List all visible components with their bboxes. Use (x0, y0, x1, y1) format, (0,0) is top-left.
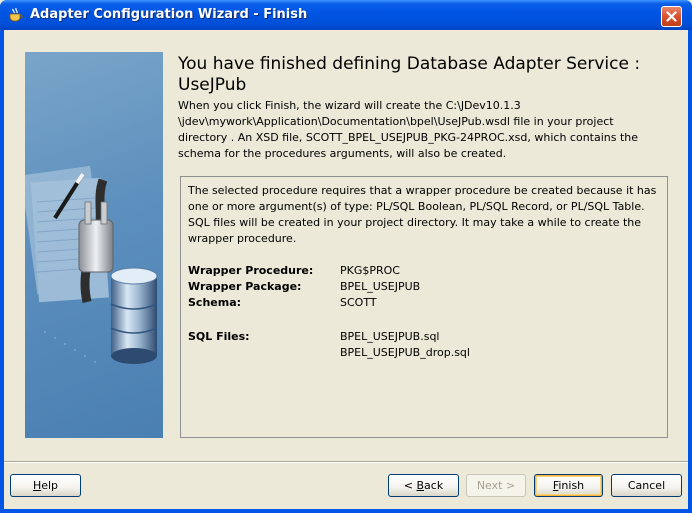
title-bar[interactable]: Adapter Configuration Wizard - Finish (0, 0, 692, 30)
java-cup-icon (9, 8, 23, 22)
database-plug-icon (25, 165, 158, 364)
close-icon (666, 11, 677, 22)
wrapper-notice-text: The selected procedure requires that a w… (188, 184, 657, 245)
sql-file-item: BPEL_USEJPUB_drop.sql (340, 346, 470, 359)
back-button[interactable]: < Back (388, 474, 459, 497)
back-label: ack (424, 479, 444, 492)
sql-files-label: SQL Files: (188, 330, 250, 343)
finish-label: inish (558, 479, 585, 492)
schema-label: Schema: (188, 296, 242, 309)
next-button[interactable]: Next > (466, 474, 526, 497)
intro-text: When you click Finish, the wizard will c… (178, 99, 639, 160)
close-button[interactable] (661, 6, 682, 27)
back-mnemonic: B (416, 479, 425, 492)
help-label: elp (41, 479, 59, 492)
wrapper-procedure-label: Wrapper Procedure: (188, 264, 314, 277)
help-mnemonic: H (32, 479, 42, 492)
cancel-button[interactable]: Cancel (611, 474, 682, 497)
wrapper-package-value: BPEL_USEJPUB (340, 280, 421, 293)
schema-value: SCOTT (340, 296, 377, 309)
wizard-art-panel (25, 52, 163, 438)
sql-file-item: BPEL_USEJPUB.sql (340, 330, 440, 343)
wizard-window: Adapter Configuration Wizard - Finish Yo… (0, 0, 692, 513)
back-prefix: < (403, 479, 417, 492)
details-panel: The selected procedure requires that a w… (180, 176, 668, 438)
finish-button[interactable]: Finish (534, 474, 603, 497)
cancel-label: Cancel (627, 479, 666, 492)
button-bar-separator (4, 461, 688, 463)
help-button[interactable]: Help (10, 474, 81, 497)
page-heading: You have finished defining Database Adap… (178, 54, 641, 95)
window-title: Adapter Configuration Wizard - Finish (30, 7, 308, 22)
next-label: Next > (476, 479, 516, 492)
dialog-client-area: You have finished defining Database Adap… (4, 30, 688, 509)
wrapper-package-label: Wrapper Package: (188, 280, 302, 293)
wrapper-procedure-value: PKG$PROC (340, 264, 400, 277)
